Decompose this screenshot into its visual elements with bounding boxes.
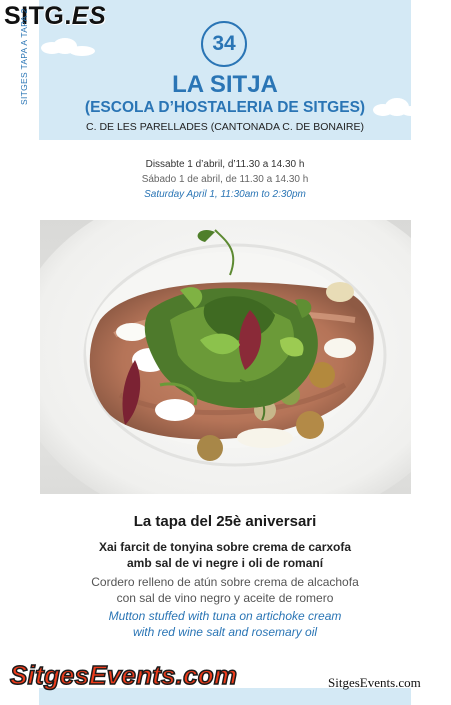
tapa-number: 34 — [212, 32, 236, 55]
site-logo-suffix: ES — [71, 2, 107, 30]
venue-title: LA SITJA — [172, 71, 278, 98]
venue-address: C. DE LES PARELLADES (CANTONADA C. DE BO… — [86, 121, 364, 133]
description-spanish-line: con sal de vino negro y aceite de romero — [116, 591, 334, 605]
description-catalan-line: amb sal de vi negre i oli de romaní — [126, 556, 324, 570]
description-english-line: with red wine salt and rosemary oil — [132, 625, 318, 639]
description-catalan-line: Xai farcit de tonyina sobre crema de car… — [98, 540, 352, 554]
description-spanish: Cordero relleno de atún sobre crema de a… — [39, 574, 411, 606]
sitgesevents-site-link[interactable]: SitgesEvents.com — [328, 676, 421, 689]
sitgesevents-logo[interactable]: SitgesEvents.com — [9, 661, 237, 689]
description-english: Mutton stuffed with tuna on artichoke cr… — [39, 608, 411, 640]
description-spanish-line: Cordero relleno de atún sobre crema de a… — [91, 575, 359, 589]
plated-dish-illustration — [40, 220, 411, 494]
description-english-line: Mutton stuffed with tuna on artichoke cr… — [108, 609, 342, 623]
tapa-photo — [40, 220, 411, 494]
venue-subtitle: (ESCOLA D’HOSTALERIA DE SITGES) — [84, 99, 366, 116]
description-catalan: Xai farcit de tonyina sobre crema de car… — [39, 539, 411, 571]
date-catalan: Dissabte 1 d’abril, d’11.30 a 14.30 h — [145, 159, 305, 170]
cloud-decoration — [69, 46, 95, 56]
tapa-title: La tapa del 25è aniversari — [133, 513, 317, 530]
footer-band — [39, 688, 411, 705]
date-spanish: Sábado 1 de abril, de 11.30 a 14.30 h — [141, 174, 309, 185]
date-english: Saturday April 1, 11:30am to 2:30pm — [144, 189, 306, 200]
side-label: SITGES TAPA A TAPA 2 — [19, 8, 29, 105]
tapa-number-badge: 34 — [201, 21, 247, 67]
site-logo-main: SITG. — [4, 2, 72, 30]
